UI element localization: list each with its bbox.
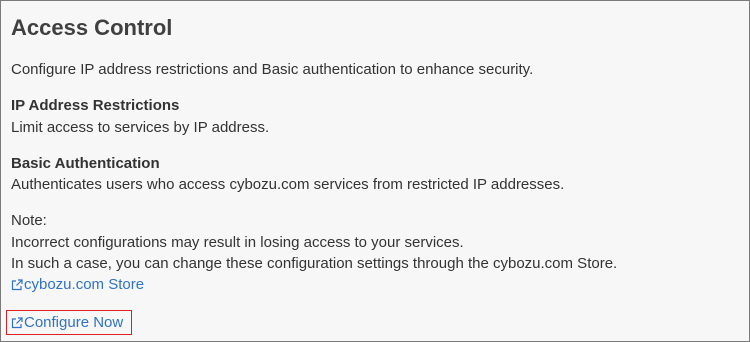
basic-auth-heading: Basic Authentication	[11, 155, 160, 172]
external-link-icon	[11, 317, 23, 329]
note-label: Note:	[11, 212, 47, 229]
ip-restrictions-heading: IP Address Restrictions	[11, 97, 180, 114]
basic-auth-description: Authenticates users who access cybozu.co…	[11, 176, 565, 193]
configure-now-link-label: Configure Now	[24, 314, 124, 331]
ip-restrictions-description: Limit access to services by IP address.	[11, 119, 270, 136]
cybozu-store-link[interactable]: cybozu.com Store	[11, 275, 144, 295]
access-control-panel: Access Control Configure IP address rest…	[0, 0, 750, 342]
external-link-icon	[11, 279, 23, 291]
cybozu-store-link-label: cybozu.com Store	[24, 276, 145, 293]
configure-now-link[interactable]: Configure Now	[11, 313, 123, 333]
note-line-1: Incorrect configurations may result in l…	[11, 234, 464, 251]
intro-text: Configure IP address restrictions and Ba…	[11, 61, 534, 78]
page-title: Access Control	[11, 15, 173, 40]
note-line-2: In such a case, you can change these con…	[11, 255, 618, 272]
